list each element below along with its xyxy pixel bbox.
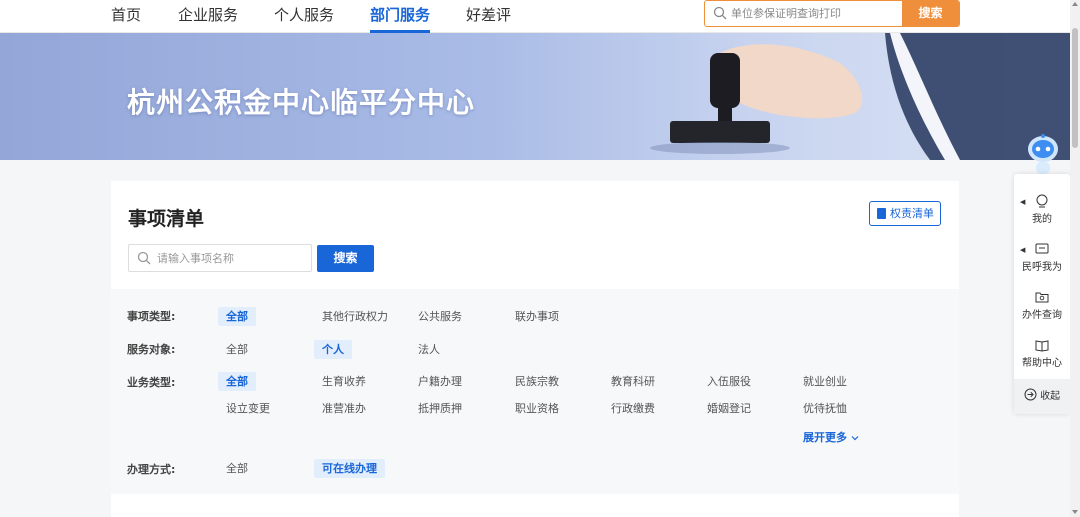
filter-option-matter-all[interactable]: 全部 bbox=[218, 307, 256, 326]
book-icon bbox=[1035, 340, 1049, 352]
filter-option-admin-fee[interactable]: 行政缴费 bbox=[603, 399, 663, 418]
expand-more-label: 展开更多 bbox=[803, 431, 847, 444]
filter-option-business-all[interactable]: 全部 bbox=[218, 372, 256, 391]
page-title: 事项清单 bbox=[128, 208, 205, 230]
matter-search-input[interactable] bbox=[157, 245, 307, 271]
float-collapse-label: 收起 bbox=[1040, 391, 1061, 402]
filter-label-business-type: 业务类型: bbox=[127, 376, 176, 389]
filter-option-ethnic-religion[interactable]: 民族宗教 bbox=[507, 372, 567, 391]
filter-option-individual[interactable]: 个人 bbox=[314, 340, 352, 359]
filter-panel: 事项类型: 全部 其他行政权力 公共服务 联办事项 服务对象: 全部 个人 法人… bbox=[111, 289, 959, 494]
user-icon bbox=[1036, 194, 1048, 208]
scroll-up-arrow-icon[interactable] bbox=[1072, 2, 1078, 6]
top-search-button[interactable]: 搜索 bbox=[902, 1, 959, 26]
filter-option-license-permit[interactable]: 准营准办 bbox=[314, 399, 374, 418]
search-icon bbox=[137, 251, 151, 265]
arrow-circle-right-icon bbox=[1024, 388, 1037, 401]
filter-option-household[interactable]: 户籍办理 bbox=[410, 372, 470, 391]
float-item-mine-label: 我的 bbox=[1032, 214, 1052, 225]
banner: 杭州公积金中心临平分中心 bbox=[0, 33, 1070, 160]
stamp-hand-image bbox=[650, 33, 1070, 160]
top-search-input[interactable] bbox=[731, 1, 901, 26]
filter-option-other-admin-power[interactable]: 其他行政权力 bbox=[314, 307, 396, 326]
filter-option-military-service[interactable]: 入伍服役 bbox=[699, 372, 759, 391]
filter-option-legal-person[interactable]: 法人 bbox=[410, 340, 448, 359]
power-list-button[interactable]: 权责清单 bbox=[869, 201, 941, 226]
filter-option-employment[interactable]: 就业创业 bbox=[795, 372, 855, 391]
float-item-help-center-label: 帮助中心 bbox=[1022, 358, 1062, 369]
nav-item-review[interactable]: 好差评 bbox=[466, 5, 511, 33]
document-icon bbox=[877, 208, 886, 219]
filter-option-professional-qualification[interactable]: 职业资格 bbox=[507, 399, 567, 418]
float-item-case-query[interactable]: 办件查询 bbox=[1014, 290, 1070, 321]
filter-label-handling-method: 办理方式: bbox=[127, 463, 176, 476]
filter-option-birth-adoption[interactable]: 生育收养 bbox=[314, 372, 374, 391]
message-icon bbox=[1035, 243, 1049, 254]
matter-list-card: 事项清单 权责清单 搜索 事项类型: 全部 其他行政权力 公共服务 联办事项 服… bbox=[111, 181, 959, 517]
banner-title: 杭州公积金中心临平分中心 bbox=[127, 86, 476, 119]
scroll-down-arrow-icon[interactable] bbox=[1072, 510, 1078, 514]
float-item-public-call-label: 民呼我为 bbox=[1022, 262, 1062, 273]
filter-option-handling-all[interactable]: 全部 bbox=[218, 459, 256, 478]
scroll-thumb[interactable] bbox=[1072, 28, 1078, 148]
filter-option-joint-matter[interactable]: 联办事项 bbox=[507, 307, 567, 326]
filter-label-matter-type: 事项类型: bbox=[127, 310, 176, 323]
filter-option-online-handling[interactable]: 可在线办理 bbox=[314, 459, 385, 478]
nav-item-home[interactable]: 首页 bbox=[111, 5, 141, 33]
filter-option-public-service[interactable]: 公共服务 bbox=[410, 307, 470, 326]
float-item-public-call[interactable]: 民呼我为 bbox=[1014, 242, 1070, 273]
top-search-box: 搜索 bbox=[704, 0, 960, 27]
expand-more-button[interactable]: 展开更多 bbox=[803, 429, 859, 445]
filter-option-preferential-pension[interactable]: 优待抚恤 bbox=[795, 399, 855, 418]
matter-search-box bbox=[128, 244, 312, 272]
float-collapse-button[interactable]: 收起 bbox=[1014, 379, 1070, 414]
filter-label-service-object: 服务对象: bbox=[127, 343, 176, 356]
right-float-bar: ◀ 我的 ◀ 民呼我为 办件查询 帮助中心 收起 bbox=[1014, 174, 1070, 414]
filter-option-mortgage-pledge[interactable]: 抵押质押 bbox=[410, 399, 470, 418]
float-item-case-query-label: 办件查询 bbox=[1022, 310, 1062, 321]
filter-option-education-research[interactable]: 教育科研 bbox=[603, 372, 663, 391]
float-item-help-center[interactable]: 帮助中心 bbox=[1014, 338, 1070, 369]
nav-item-department-service[interactable]: 部门服务 bbox=[370, 5, 431, 33]
filter-option-marriage-registration[interactable]: 婚姻登记 bbox=[699, 399, 759, 418]
folder-search-icon bbox=[1035, 292, 1049, 303]
search-icon bbox=[713, 6, 727, 20]
matter-search-button[interactable]: 搜索 bbox=[317, 245, 374, 272]
nav-item-personal-service[interactable]: 个人服务 bbox=[274, 5, 334, 33]
filter-option-establish-change[interactable]: 设立变更 bbox=[218, 399, 278, 418]
power-list-label: 权责清单 bbox=[890, 207, 934, 220]
chevron-down-icon bbox=[851, 436, 859, 441]
top-nav: 首页 企业服务 个人服务 部门服务 好差评 搜索 bbox=[0, 0, 1070, 33]
filter-option-object-all[interactable]: 全部 bbox=[218, 340, 256, 359]
nav-item-enterprise-service[interactable]: 企业服务 bbox=[178, 5, 238, 33]
float-item-mine[interactable]: 我的 bbox=[1014, 194, 1070, 225]
vertical-scrollbar[interactable] bbox=[1070, 0, 1080, 517]
